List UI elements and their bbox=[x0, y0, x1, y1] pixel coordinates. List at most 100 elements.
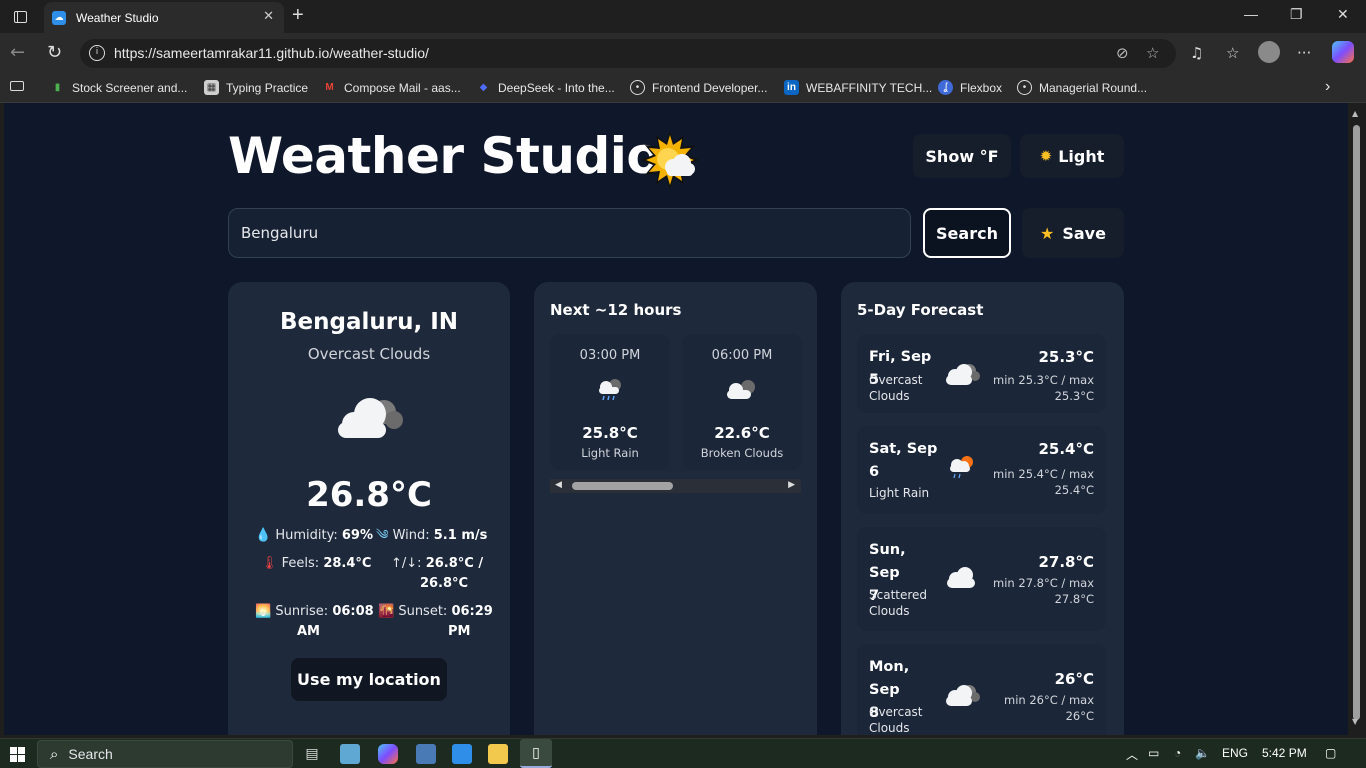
bookmark-frontend-developer[interactable]: • Frontend Developer... bbox=[630, 80, 767, 95]
thermometer-icon: 🌡 bbox=[261, 556, 278, 571]
profile-avatar[interactable] bbox=[1258, 41, 1280, 63]
bookmarks-hub-icon[interactable] bbox=[10, 81, 24, 91]
tab-close-icon[interactable]: ✕ bbox=[263, 9, 274, 24]
new-tab-button[interactable]: + bbox=[292, 4, 304, 27]
hour-description: Light Rain bbox=[581, 446, 639, 460]
scrollbar-thumb[interactable] bbox=[572, 482, 673, 490]
bar-chart-icon: ▮ bbox=[54, 82, 61, 93]
scroll-up-icon[interactable]: ▲ bbox=[1352, 109, 1358, 118]
scroll-left-icon[interactable]: ◀ bbox=[555, 480, 562, 490]
day-description: Scattered Clouds bbox=[869, 588, 928, 618]
flexbox-icon: ʆ bbox=[938, 80, 953, 95]
use-my-location-button[interactable]: Use my location bbox=[291, 658, 447, 701]
unit-toggle-button[interactable]: Show °F bbox=[913, 134, 1011, 178]
bookmark-label: WEBAFFINITY TECH... bbox=[806, 80, 933, 95]
bookmark-label: Flexbox bbox=[960, 80, 1003, 95]
bookmark-typing-practice[interactable]: ▦ Typing Practice bbox=[204, 80, 308, 95]
file-explorer-icon[interactable] bbox=[488, 744, 508, 764]
copilot-icon[interactable] bbox=[1332, 41, 1354, 63]
browser-tab-bar: ☁ Weather Studio ✕ + — ❐ ✕ bbox=[0, 0, 1366, 33]
url-text[interactable]: https://sameertamrakar11.github.io/weath… bbox=[114, 45, 429, 61]
hourly-horizontal-scrollbar[interactable]: ◀ ▶ bbox=[550, 479, 801, 493]
search-button[interactable]: Search bbox=[923, 208, 1011, 258]
save-button-label: Save bbox=[1062, 223, 1106, 243]
day-description: Overcast Clouds bbox=[869, 373, 923, 403]
document-icon: ▯ bbox=[532, 744, 540, 761]
current-temperature: 26.8°C bbox=[306, 475, 432, 515]
window-close-button[interactable]: ✕ bbox=[1337, 6, 1349, 23]
bookmark-label: Frontend Developer... bbox=[652, 80, 768, 95]
day-min-max: min 25.3°C / max 25.3°C bbox=[993, 373, 1094, 403]
city-search-input[interactable]: Bengaluru bbox=[228, 208, 911, 258]
theme-toggle-button[interactable]: ✹ Light bbox=[1020, 134, 1124, 178]
five-day-forecast-card: 5-Day Forecast Fri, Sep 5 Overcast Clouds… bbox=[841, 282, 1124, 735]
volume-icon[interactable]: 🔈 bbox=[1195, 746, 1210, 760]
star-icon: ★ bbox=[1040, 223, 1055, 243]
day-min-max: min 26°C / max 26°C bbox=[1004, 693, 1094, 723]
humidity-stat: 💧 Humidity: 69% bbox=[255, 526, 373, 546]
favorite-star-icon[interactable]: ☆ bbox=[1146, 44, 1159, 62]
sunset-stat: 🌇 Sunset: 06:29 PM bbox=[378, 602, 493, 642]
clock-time[interactable]: 5:42 PM bbox=[1262, 746, 1307, 760]
bookmark-flexbox[interactable]: ʆ Flexbox bbox=[938, 80, 1002, 95]
feels-like-stat: 🌡 Feels: 28.4°C bbox=[261, 554, 371, 574]
bookmarks-bar: ▮ Stock Screener and... ▦ Typing Practice … bbox=[0, 74, 1366, 103]
sunrise-stat: 🌅 Sunrise: 06:08 AM bbox=[255, 602, 374, 642]
bookmark-compose-mail[interactable]: M Compose Mail - aas... bbox=[322, 80, 460, 95]
notepad-icon[interactable] bbox=[340, 744, 360, 764]
bookmark-managerial-round[interactable]: • Managerial Round... bbox=[1017, 80, 1147, 95]
restore-button[interactable]: ❐ bbox=[1290, 6, 1303, 23]
scroll-right-icon[interactable]: ▶ bbox=[788, 480, 795, 490]
bookmark-webaffinity[interactable]: in WEBAFFINITY TECH... bbox=[784, 80, 932, 95]
taskbar-search-box[interactable]: ⌕ Search bbox=[37, 740, 293, 768]
day-temperature: 26°C bbox=[1054, 670, 1094, 688]
min-max-stat: ↑/↓: 26.8°C / 26.8°C bbox=[391, 554, 483, 594]
current-weather-card: Bengaluru, IN Overcast Clouds 26.8°C 💧 H… bbox=[228, 282, 510, 735]
extensions-icon[interactable]: ♫ bbox=[1190, 44, 1203, 62]
minmax-value-2: 26.8°C bbox=[419, 576, 469, 591]
sunrise-value: 06:08 bbox=[332, 604, 374, 619]
hourly-item: 06:00 PM 22.6°C Broken Clouds bbox=[682, 334, 802, 470]
scroll-down-icon[interactable]: ▼ bbox=[1352, 717, 1358, 726]
refresh-icon[interactable]: ↻ bbox=[47, 42, 62, 63]
wifi-icon[interactable]: ◔ bbox=[1174, 746, 1181, 760]
minmax-label: ↑/↓: bbox=[391, 556, 422, 571]
page-scrollbar-thumb[interactable] bbox=[1353, 125, 1360, 720]
wind-icon: ༄ bbox=[376, 528, 389, 543]
remote-desktop-icon[interactable] bbox=[416, 744, 436, 764]
battery-icon[interactable]: ▭ bbox=[1148, 746, 1159, 760]
copilot-taskbar-icon[interactable] bbox=[378, 744, 398, 764]
more-menu-icon[interactable]: ··· bbox=[1297, 44, 1311, 62]
language-indicator[interactable]: ENG bbox=[1222, 746, 1248, 760]
page-viewport: Weather Studio Show °F ✹ Light Bengaluru… bbox=[4, 103, 1348, 735]
back-icon[interactable]: ← bbox=[10, 42, 25, 63]
bookmark-deepseek[interactable]: ◆ DeepSeek - Into the... bbox=[476, 80, 615, 95]
bookmark-label: Managerial Round... bbox=[1039, 80, 1148, 95]
tab-actions-button[interactable] bbox=[8, 6, 32, 28]
app-title: Weather Studio bbox=[228, 127, 699, 189]
sun-behind-cloud-icon bbox=[641, 131, 699, 189]
sunset-value: 06:29 bbox=[451, 604, 493, 619]
sunrise-label: Sunrise: bbox=[275, 604, 329, 619]
search-icon: ⌕ bbox=[50, 745, 59, 763]
tray-overflow-chevron-icon[interactable]: ︿ bbox=[1126, 746, 1138, 763]
save-button[interactable]: ★ Save bbox=[1022, 208, 1124, 258]
browser-tab[interactable]: ☁ Weather Studio ✕ bbox=[44, 2, 284, 33]
control-panel-icon[interactable] bbox=[452, 744, 472, 764]
city-name: Bengaluru, IN bbox=[279, 309, 458, 335]
bookmarks-overflow-chevron-icon[interactable]: › bbox=[1325, 78, 1330, 96]
tracking-prevention-icon[interactable]: ⊘ bbox=[1116, 44, 1129, 62]
windows-start-icon[interactable] bbox=[10, 747, 25, 762]
sunset-value-2: PM bbox=[448, 624, 471, 639]
bookmark-stock-screener[interactable]: ▮ Stock Screener and... bbox=[50, 80, 188, 95]
site-info-icon[interactable]: i bbox=[89, 45, 105, 61]
day-min-max: min 27.8°C / max 27.8°C bbox=[993, 576, 1094, 606]
globe-icon: • bbox=[630, 80, 645, 95]
page-vertical-scrollbar[interactable]: ▲ ▼ bbox=[1348, 103, 1366, 735]
address-bar[interactable]: i https://sameertamrakar11.github.io/wea… bbox=[80, 39, 1176, 68]
minimize-button[interactable]: — bbox=[1244, 6, 1258, 22]
task-view-icon[interactable]: ▤ bbox=[302, 744, 322, 764]
active-app-taskbar-button[interactable]: ▯ bbox=[520, 739, 552, 768]
favorites-icon[interactable]: ☆ bbox=[1226, 44, 1239, 62]
notifications-icon[interactable]: ▢ bbox=[1325, 746, 1336, 760]
